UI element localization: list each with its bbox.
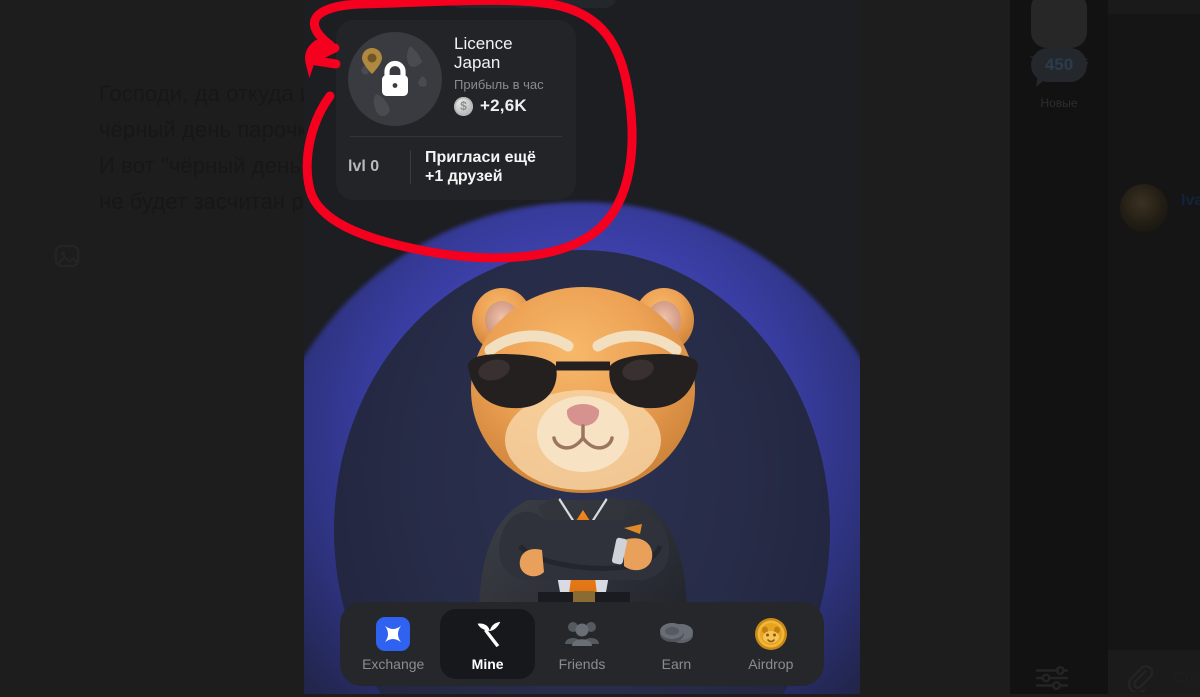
licence-title-line2: Japan <box>454 53 501 72</box>
tab-label: Mine <box>471 655 504 672</box>
tab-exchange[interactable]: Exchange <box>346 609 440 679</box>
japan-map-icon <box>348 32 442 126</box>
coins-icon <box>658 617 694 651</box>
miniapp-container: Licence Japan Прибыль в час $ +2,6K lvl … <box>304 0 860 694</box>
invite-line1: Пригласи ещё <box>425 149 536 166</box>
vertical-divider <box>410 150 411 184</box>
pickaxe-icon <box>472 617 504 651</box>
message-input-placeholder[interactable]: Соо <box>1174 669 1200 686</box>
bottom-tab-bar: Exchange Mine Friends Earn Airdrop <box>340 602 824 686</box>
top-partial-card <box>450 0 616 8</box>
invite-line2: +1 друзей <box>425 168 503 185</box>
paperclip-icon[interactable] <box>1124 662 1154 695</box>
licence-card[interactable]: Licence Japan Прибыль в час $ +2,6K lvl … <box>336 20 576 200</box>
coin-symbol: $ <box>460 98 467 113</box>
channel-avatar <box>1031 0 1087 48</box>
profit-value: +2,6K <box>480 96 527 115</box>
tab-label: Exchange <box>362 655 425 672</box>
invite-block[interactable]: Пригласи ещё +1 друзей <box>425 148 536 186</box>
lock-icon <box>374 58 416 100</box>
level-label: lvl 0 <box>348 158 380 175</box>
tab-mine[interactable]: Mine <box>440 609 535 679</box>
silver-coin-icon: $ <box>454 96 473 116</box>
tab-earn[interactable]: Earn <box>629 609 723 679</box>
tab-label: Earn <box>661 655 692 672</box>
unread-badge: 450 <box>1044 55 1074 74</box>
contact-name: Iva <box>1181 192 1200 209</box>
unread-label: Новые <box>1040 96 1078 110</box>
screen-root: Господи, да откуда и... ...те на чёрный … <box>0 0 1200 695</box>
tab-label: Airdrop <box>748 655 794 672</box>
profit-label: Прибыль в час <box>454 77 544 92</box>
sidebar-unread-block[interactable]: 450 Новые <box>1013 48 1105 110</box>
tab-label: Friends <box>558 655 606 672</box>
exchange-icon <box>376 616 411 651</box>
sidebar-top-bar <box>1108 0 1200 14</box>
image-icon <box>52 241 82 271</box>
licence-title-line1: Licence <box>454 34 513 53</box>
avatar[interactable] <box>1120 184 1168 232</box>
profit-row: $ +2,6K <box>454 96 544 116</box>
chat-bubble-icon: 450 <box>1031 48 1087 92</box>
sliders-icon[interactable] <box>1033 665 1071 691</box>
airdrop-coin-icon <box>754 617 788 651</box>
licence-card-top: Licence Japan Прибыль в час $ +2,6K <box>336 20 576 136</box>
friends-icon <box>565 617 600 651</box>
tab-airdrop[interactable]: Airdrop <box>724 609 818 679</box>
tab-friends[interactable]: Friends <box>535 609 629 679</box>
licence-card-bottom: lvl 0 Пригласи ещё +1 друзей <box>336 137 576 200</box>
licence-card-info: Licence Japan Прибыль в час $ +2,6K <box>454 32 544 116</box>
